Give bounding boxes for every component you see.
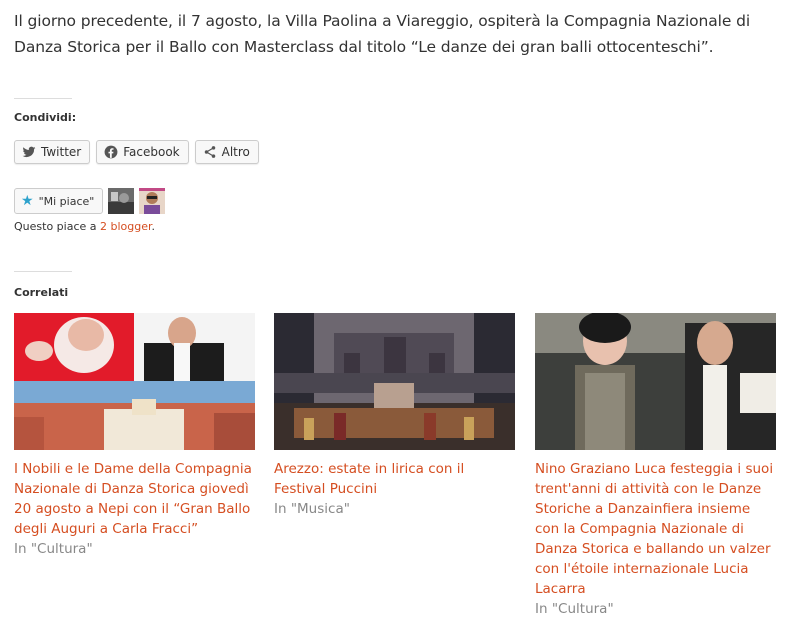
related-divider xyxy=(14,271,72,272)
related-post-thumbnail[interactable] xyxy=(535,313,776,450)
share-divider xyxy=(14,98,72,99)
likers-link[interactable]: 2 blogger xyxy=(100,220,152,233)
facebook-share-button[interactable]: Facebook xyxy=(96,140,189,164)
related-post-title[interactable]: I Nobili e le Dame della Compagnia Nazio… xyxy=(14,459,255,539)
share-buttons: Twitter Facebook Altro xyxy=(14,140,259,164)
facebook-icon xyxy=(104,145,118,159)
related-heading: Correlati xyxy=(14,286,69,299)
related-post-thumbnail[interactable] xyxy=(14,313,255,450)
related-post-title[interactable]: Nino Graziano Luca festeggia i suoi tren… xyxy=(535,459,776,599)
related-post-category: In "Musica" xyxy=(274,501,350,517)
article-paragraph: Il giorno precedente, il 7 agosto, la Vi… xyxy=(14,12,751,56)
share-icon xyxy=(203,145,217,159)
star-icon: ★ xyxy=(21,193,34,209)
related-post: Arezzo: estate in lirica con il Festival… xyxy=(274,313,515,519)
like-button-label: "Mi piace" xyxy=(38,194,95,208)
related-post: Nino Graziano Luca festeggia i suoi tren… xyxy=(535,313,776,619)
like-button[interactable]: ★ "Mi piace" xyxy=(14,188,104,214)
avatar[interactable] xyxy=(139,188,166,214)
likes-count-text: Questo piace a 2 blogger. xyxy=(14,220,156,233)
related-post-category: In "Cultura" xyxy=(14,541,93,557)
more-label: Altro xyxy=(221,145,250,159)
facebook-label: Facebook xyxy=(123,145,180,159)
related-post-thumbnail[interactable] xyxy=(274,313,515,450)
share-heading: Condividi: xyxy=(14,111,77,124)
twitter-icon xyxy=(22,145,36,159)
twitter-label: Twitter xyxy=(41,145,82,159)
more-share-button[interactable]: Altro xyxy=(194,140,259,164)
twitter-share-button[interactable]: Twitter xyxy=(14,140,91,164)
related-post-category: In "Cultura" xyxy=(535,601,614,617)
related-post-title[interactable]: Arezzo: estate in lirica con il Festival… xyxy=(274,459,515,499)
related-post: I Nobili e le Dame della Compagnia Nazio… xyxy=(14,313,255,559)
like-widget: ★ "Mi piace" xyxy=(14,188,166,214)
avatar[interactable] xyxy=(108,188,135,214)
